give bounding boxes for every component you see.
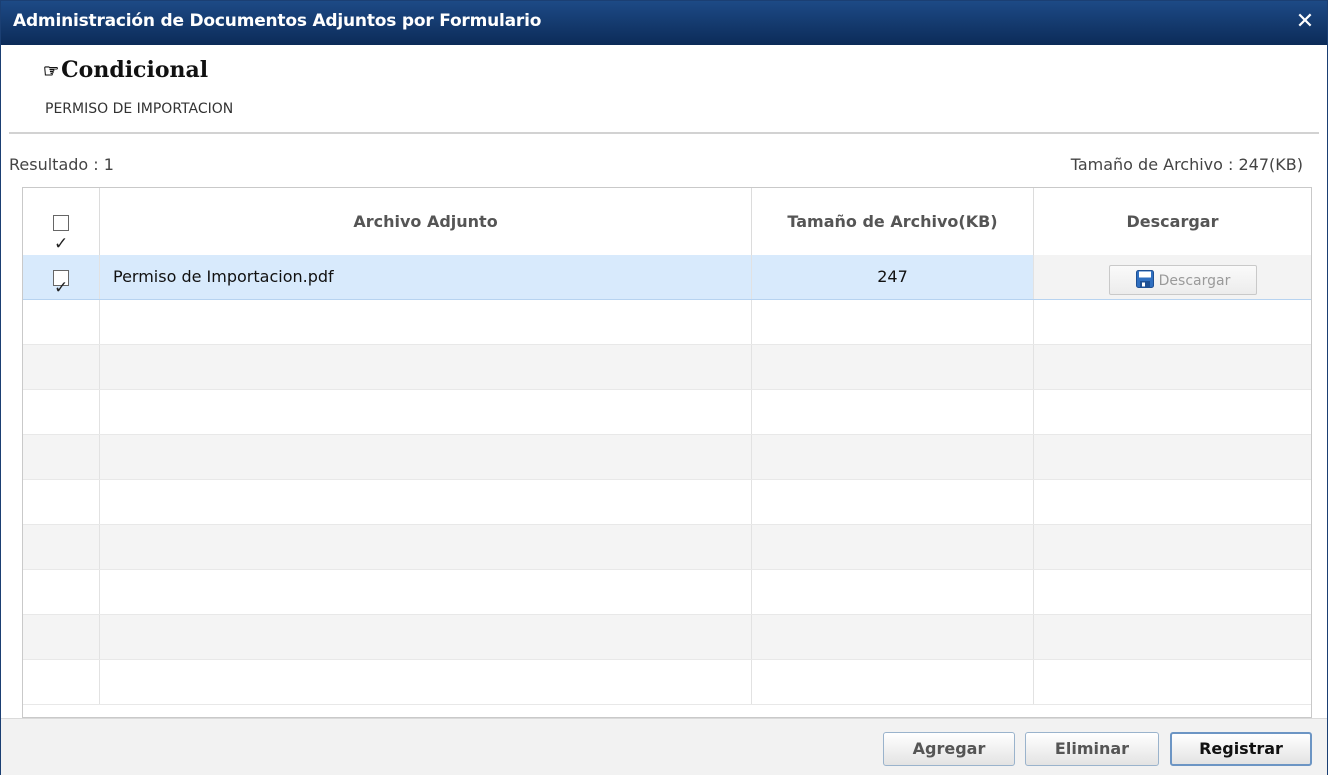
header-file-name[interactable]: Archivo Adjunto [100,188,752,255]
empty-row [23,435,1311,480]
attachment-dialog: Administración de Documentos Adjuntos po… [0,0,1328,775]
empty-row [23,615,1311,660]
add-button[interactable]: Agregar [883,732,1015,766]
delete-button[interactable]: Eliminar [1025,732,1159,766]
dialog-footer: Agregar Eliminar Registrar [1,718,1327,775]
empty-row [23,660,1311,705]
file-size-cell: 247 [752,255,1034,299]
header-file-size[interactable]: Tamaño de Archivo(KB) [752,188,1034,255]
condition-subtitle: PERMISO DE IMPORTACION [45,101,234,117]
dialog-title: Administración de Documentos Adjuntos po… [13,11,542,31]
grid-header: Archivo Adjunto Tamaño de Archivo(KB) De… [23,188,1311,278]
header-download[interactable]: Descargar [1034,188,1311,255]
row-select-cell [23,255,100,310]
empty-row [23,570,1311,615]
download-button[interactable]: Descargar [1109,265,1257,295]
download-button-label: Descargar [1158,273,1231,289]
header-select-all [23,188,100,278]
close-icon[interactable]: ✕ [1293,8,1317,36]
empty-row [23,480,1311,525]
total-file-size: Tamaño de Archivo : 247(KB) [1070,155,1303,174]
file-name-cell: Permiso de Importacion.pdf [100,255,752,299]
download-cell: Descargar [1034,255,1311,299]
floppy-disk-icon [1135,270,1154,288]
empty-row [23,345,1311,390]
empty-row [23,525,1311,570]
section-divider [9,132,1319,134]
register-button[interactable]: Registrar [1170,732,1312,766]
result-count: Resultado : 1 [9,155,114,174]
empty-row [23,300,1311,345]
select-all-checkbox[interactable] [53,211,69,278]
condition-heading: ☞Condicional [43,57,208,83]
condition-title: Condicional [61,57,209,83]
empty-row [23,390,1311,435]
dialog-titlebar: Administración de Documentos Adjuntos po… [1,1,1327,45]
attachment-grid: Archivo Adjunto Tamaño de Archivo(KB) De… [22,187,1312,718]
pointing-hand-icon: ☞ [43,61,60,82]
table-row[interactable]: Permiso de Importacion.pdf 247 Descargar [23,255,1311,310]
row-checkbox[interactable] [53,266,69,310]
